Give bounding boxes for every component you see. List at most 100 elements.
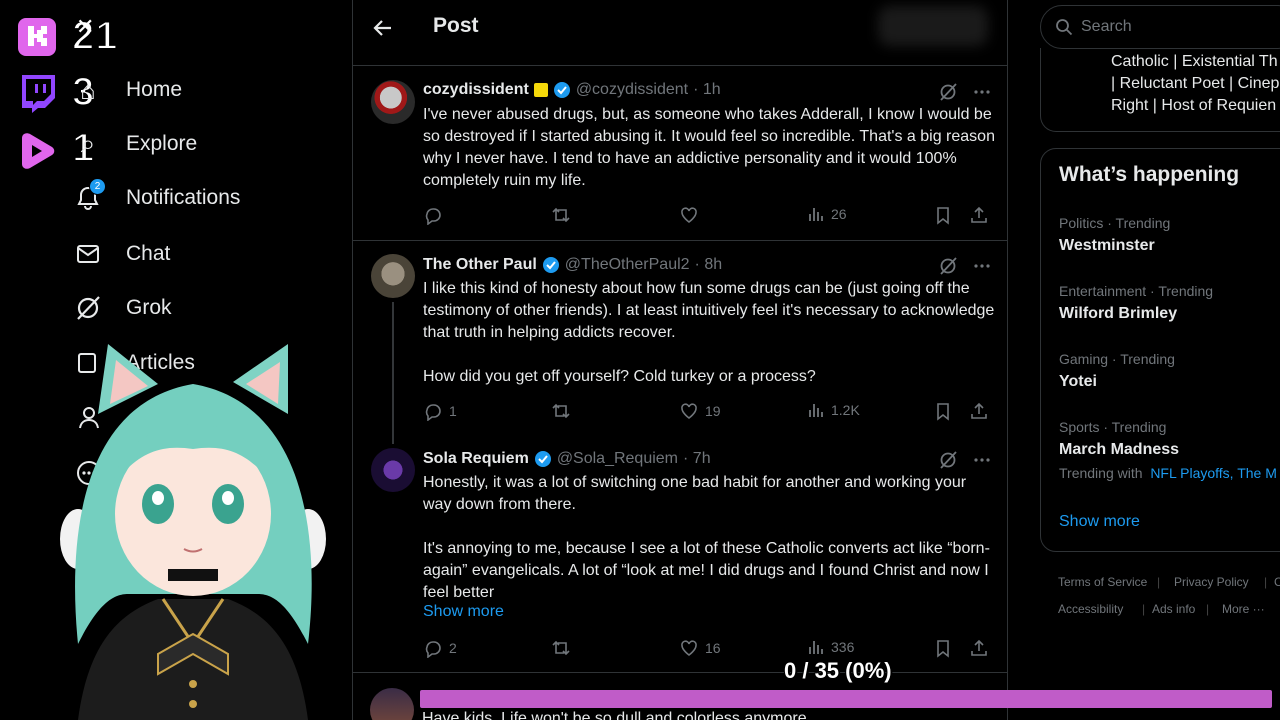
tweet[interactable]: Sola Requiem @Sola_Requiem · 7h Honestly… bbox=[353, 436, 1007, 672]
tweet-handle[interactable]: @Sola_Requiem bbox=[557, 450, 678, 468]
nav-item-grok[interactable]: Grok bbox=[72, 288, 172, 328]
main-column: Post cozydissident @cozydissident · 1h I… bbox=[352, 0, 1008, 720]
footer-link-accessibility[interactable]: Accessibility bbox=[1058, 602, 1123, 616]
kick-logo-icon bbox=[16, 16, 58, 58]
reply-count: 2 bbox=[449, 640, 457, 656]
nav-item-explore[interactable]: ⌕ Explore bbox=[72, 124, 197, 164]
verified-badge-icon bbox=[553, 82, 570, 98]
views-button[interactable]: 1.2K bbox=[807, 401, 860, 419]
reply-button[interactable] bbox=[423, 205, 449, 225]
tweet-author-name[interactable]: The Other Paul bbox=[423, 256, 537, 274]
nav-item-label: Chat bbox=[126, 242, 171, 265]
tweet-time[interactable]: · 7h bbox=[683, 450, 711, 468]
tweet-text: Honestly, it was a lot of switching one … bbox=[423, 474, 990, 601]
tweet-handle[interactable]: @TheOtherPaul2 bbox=[565, 256, 690, 274]
yellow-square-icon bbox=[533, 83, 548, 97]
views-chart-icon bbox=[809, 404, 823, 417]
footer-link-more[interactable]: More ··· bbox=[1222, 602, 1265, 616]
reply-icon bbox=[425, 641, 441, 658]
nav-item-chat[interactable]: Chat bbox=[72, 234, 170, 274]
retweet-button[interactable] bbox=[551, 638, 577, 658]
share-icon[interactable] bbox=[969, 638, 989, 658]
nav-item-label: Explore bbox=[126, 132, 198, 155]
avatar[interactable] bbox=[371, 254, 415, 298]
tweet[interactable]: cozydissident @cozydissident · 1h I've n… bbox=[353, 66, 1007, 240]
retweet-icon bbox=[552, 403, 570, 419]
trend-name[interactable]: Wilford Brimley bbox=[1059, 305, 1177, 323]
views-button[interactable]: 336 bbox=[807, 638, 854, 656]
grok-icon[interactable] bbox=[938, 450, 958, 470]
verified-badge-icon bbox=[542, 257, 559, 273]
page-title: Post bbox=[433, 14, 479, 37]
tweet-handle[interactable]: @cozydissident bbox=[576, 81, 688, 99]
tweet-header: The Other Paul @TheOtherPaul2 · 8h bbox=[423, 256, 722, 274]
tweet-author-name[interactable]: cozydissident bbox=[423, 81, 529, 99]
more-icon[interactable] bbox=[972, 82, 992, 102]
home-icon: ⌂ bbox=[80, 74, 96, 105]
next-tweet-text: Have kids. Life won't be so dull and col… bbox=[422, 710, 812, 720]
bookmark-icon[interactable] bbox=[933, 401, 953, 421]
notification-badge: 2 bbox=[89, 178, 106, 195]
footer-link-ads-info[interactable]: Ads info bbox=[1152, 602, 1195, 616]
nav-item-notifications[interactable]: 2 Notifications bbox=[72, 178, 240, 218]
youtube-play-icon bbox=[16, 130, 58, 172]
share-icon[interactable] bbox=[969, 401, 989, 421]
retweet-icon bbox=[552, 640, 570, 656]
show-more-link[interactable]: Show more bbox=[1059, 513, 1140, 531]
footer-separator: | bbox=[1157, 575, 1161, 589]
tweet-actions: 26 bbox=[423, 205, 995, 227]
thread-line bbox=[392, 302, 394, 444]
nav-item-label: Grok bbox=[126, 296, 172, 319]
tweet-time[interactable]: · 1h bbox=[693, 81, 721, 99]
share-icon[interactable] bbox=[969, 205, 989, 225]
avatar[interactable] bbox=[371, 80, 415, 124]
trend-name[interactable]: Yotei bbox=[1059, 373, 1097, 391]
footer-link-cookie[interactable]: C bbox=[1274, 575, 1280, 589]
progress-label: 0 / 35 (0%) bbox=[784, 658, 892, 683]
show-more-link[interactable]: Show more bbox=[423, 603, 504, 621]
tweet-actions: 2 16 336 bbox=[423, 638, 995, 660]
blurred-region bbox=[878, 6, 988, 46]
grok-icon bbox=[72, 292, 104, 324]
vtuber-avatar-illustration bbox=[60, 344, 326, 720]
tweet-author-name[interactable]: Sola Requiem bbox=[423, 450, 529, 468]
bookmark-icon[interactable] bbox=[933, 638, 953, 658]
search-input[interactable] bbox=[1081, 18, 1261, 36]
nav-item-label: Home bbox=[126, 78, 183, 101]
reply-count: 1 bbox=[449, 403, 457, 419]
bookmark-icon[interactable] bbox=[933, 205, 953, 225]
like-button[interactable] bbox=[679, 205, 705, 225]
tweet[interactable]: The Other Paul @TheOtherPaul2 · 8h I lik… bbox=[353, 240, 1007, 444]
grok-icon[interactable] bbox=[938, 82, 958, 102]
retweet-button[interactable] bbox=[551, 205, 577, 225]
avatar[interactable] bbox=[371, 448, 415, 492]
search-icon bbox=[1056, 19, 1073, 36]
footer-link-terms[interactable]: Terms of Service bbox=[1058, 575, 1147, 589]
like-button[interactable]: 19 bbox=[679, 401, 721, 421]
right-sidebar: Catholic | Existential Th | Reluctant Po… bbox=[1008, 0, 1280, 720]
progress-bar bbox=[420, 690, 1272, 708]
trend-name[interactable]: Westminster bbox=[1059, 237, 1155, 255]
trend-name[interactable]: March Madness bbox=[1059, 441, 1179, 459]
trending-with-links[interactable]: NFL Playoffs, The M bbox=[1150, 465, 1277, 481]
back-arrow-icon[interactable] bbox=[371, 16, 395, 40]
heart-icon bbox=[681, 207, 697, 223]
tweet-time[interactable]: · 8h bbox=[695, 256, 723, 274]
nav-item-home[interactable]: ⌂ Home bbox=[72, 70, 182, 110]
trending-with-prefix: Trending with bbox=[1059, 465, 1143, 481]
reply-button[interactable]: 2 bbox=[423, 638, 457, 658]
retweet-button[interactable] bbox=[551, 401, 577, 421]
more-icon[interactable] bbox=[972, 256, 992, 276]
search-box[interactable] bbox=[1040, 5, 1280, 49]
bio-line: | Reluctant Poet | Cinep bbox=[1111, 75, 1280, 92]
grok-icon[interactable] bbox=[938, 256, 958, 276]
view-count: 336 bbox=[831, 639, 855, 655]
post-header: Post bbox=[353, 0, 1007, 66]
views-button[interactable]: 26 bbox=[807, 205, 847, 223]
reply-button[interactable]: 1 bbox=[423, 401, 457, 421]
footer-link-privacy[interactable]: Privacy Policy bbox=[1174, 575, 1249, 589]
reply-icon bbox=[425, 208, 441, 225]
more-icon[interactable] bbox=[972, 450, 992, 470]
mail-icon bbox=[72, 238, 104, 270]
like-button[interactable]: 16 bbox=[679, 638, 721, 658]
